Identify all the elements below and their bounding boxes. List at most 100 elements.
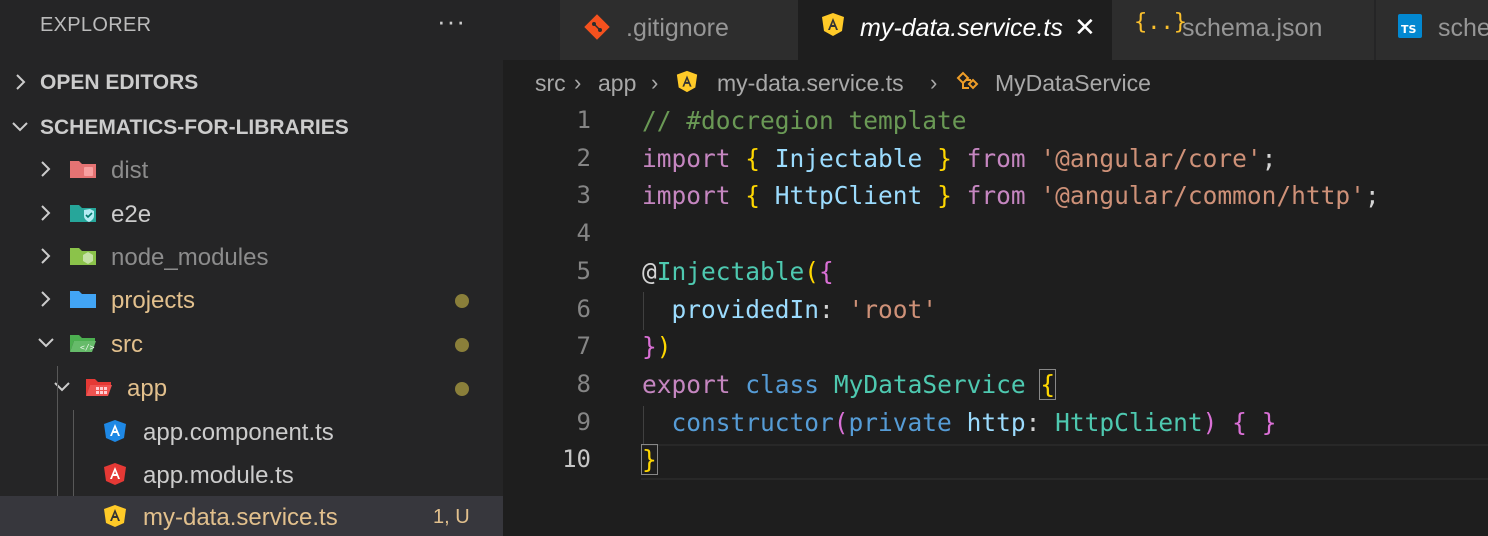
folder-node-icon bbox=[70, 248, 96, 265]
indent-guide bbox=[643, 292, 644, 330]
code-line: import { HttpClient } from '@angular/com… bbox=[642, 181, 1380, 210]
code-token: Injectable bbox=[656, 256, 805, 286]
tab-label: schema.ts bbox=[1438, 14, 1488, 42]
explorer-title: EXPLORER bbox=[40, 14, 152, 36]
code-token: '@angular/core' bbox=[1040, 143, 1262, 173]
code-token: from bbox=[951, 143, 1041, 173]
tree-item-label: projects bbox=[111, 287, 196, 314]
angular-service-icon bbox=[676, 70, 698, 93]
code-editor[interactable]: 1 2 3 4 5 6 7 8 9 10 // #docregion template import… bbox=[503, 104, 1488, 536]
code-line: export class MyDataService { bbox=[642, 368, 1057, 400]
code-token: } bbox=[642, 332, 657, 362]
tab-schema-ts[interactable]: TS schema.ts bbox=[1376, 0, 1488, 60]
code-token: @ bbox=[642, 256, 657, 286]
code-line: }) bbox=[642, 332, 672, 361]
folder-icon bbox=[70, 291, 96, 308]
code-token: } bbox=[937, 143, 952, 173]
folder-app-open-icon bbox=[86, 379, 112, 396]
breadcrumb-file[interactable]: my-data.service.ts bbox=[717, 70, 904, 97]
code-token: HttpClient bbox=[760, 181, 938, 211]
tree-item-e2e[interactable]: e2e bbox=[0, 192, 503, 235]
code-token: constructor bbox=[671, 407, 834, 437]
code-token: } bbox=[937, 181, 952, 211]
code-token: Injectable bbox=[760, 143, 938, 173]
breadcrumb-src[interactable]: src bbox=[535, 70, 566, 97]
modified-dot-icon bbox=[455, 382, 469, 396]
explorer-header: EXPLORER ··· bbox=[0, 0, 503, 52]
code-token: from bbox=[951, 181, 1041, 211]
section-open-editors[interactable]: OPEN EDITORS bbox=[0, 62, 503, 104]
indent-guide bbox=[643, 406, 644, 444]
tab-schema-json[interactable]: {..} schema.json bbox=[1112, 0, 1374, 60]
code-token: { bbox=[745, 181, 761, 211]
tab-label: my-data.service.ts bbox=[860, 14, 1063, 42]
chevron-right-icon bbox=[16, 74, 26, 90]
more-actions-icon[interactable]: ··· bbox=[437, 6, 466, 37]
code-token: HttpClient bbox=[1055, 407, 1203, 437]
chevron-down-icon bbox=[54, 382, 70, 392]
folder-test-icon bbox=[70, 205, 96, 222]
tree-item-node-modules[interactable]: node_modules bbox=[0, 235, 503, 278]
folder-src-open-icon: </> bbox=[70, 335, 96, 352]
code-token: } bbox=[641, 444, 658, 476]
angular-service-icon bbox=[104, 505, 126, 527]
tree-item-label: node_modules bbox=[111, 244, 269, 271]
section-workspace[interactable]: SCHEMATICS-FOR-LIBRARIES bbox=[0, 107, 503, 149]
code-line: } bbox=[641, 444, 658, 476]
breadcrumb-separator-icon: › bbox=[651, 70, 659, 95]
tab-my-data-service[interactable]: my-data.service.ts ✕ bbox=[798, 0, 1112, 60]
code-token: 'root' bbox=[848, 294, 938, 324]
class-symbol-icon bbox=[956, 71, 979, 90]
breadcrumb: src › app › my-data.service.ts › MyDataS… bbox=[503, 60, 1488, 104]
code-token: { bbox=[1039, 368, 1057, 400]
chevron-down-icon bbox=[38, 338, 54, 348]
tree-item-my-data-service[interactable]: my-data.service.ts 1, U bbox=[0, 496, 503, 536]
code-token: { bbox=[1232, 407, 1247, 437]
code-token: { bbox=[745, 143, 761, 173]
line-number: 2 bbox=[576, 143, 591, 172]
file-status-badge: 1, U bbox=[433, 506, 470, 528]
tree-item-dist[interactable]: dist bbox=[0, 148, 503, 191]
close-icon[interactable]: ✕ bbox=[1074, 12, 1096, 43]
code-line: constructor(private http: HttpClient) { … bbox=[642, 407, 1277, 437]
chevron-down-icon bbox=[12, 122, 28, 132]
tab-label: .gitignore bbox=[626, 14, 729, 42]
line-number: 5 bbox=[576, 256, 591, 285]
chevron-right-icon bbox=[41, 248, 51, 264]
breadcrumb-separator-icon: › bbox=[930, 70, 938, 95]
tree-item-projects[interactable]: projects bbox=[0, 278, 503, 321]
tab-gitignore[interactable]: .gitignore bbox=[560, 0, 798, 60]
code-token: ; bbox=[1261, 143, 1277, 173]
breadcrumb-separator-icon: › bbox=[574, 70, 582, 95]
tree-item-label: app.module.ts bbox=[143, 462, 294, 489]
code-token: '@angular/common/http' bbox=[1040, 181, 1365, 211]
code-line: import { Injectable } from '@angular/cor… bbox=[642, 144, 1276, 173]
tree-item-app-component[interactable]: app.component.ts bbox=[0, 410, 503, 453]
angular-component-icon bbox=[104, 420, 126, 442]
code-token: } bbox=[1261, 407, 1277, 437]
section-label: OPEN EDITORS bbox=[40, 71, 199, 94]
line-number: 8 bbox=[576, 369, 591, 398]
current-line-highlight bbox=[641, 444, 1488, 480]
code-token: ( bbox=[833, 407, 849, 437]
json-icon: {..} bbox=[1134, 10, 1187, 35]
line-number: 7 bbox=[576, 332, 591, 361]
tree-item-app[interactable]: app bbox=[0, 366, 503, 409]
code-line: // #docregion template bbox=[642, 106, 967, 135]
tree-item-label: app.component.ts bbox=[143, 419, 334, 446]
code-token: import bbox=[642, 143, 731, 173]
code-token: ) bbox=[1202, 407, 1218, 437]
svg-text:</>: </> bbox=[80, 343, 95, 352]
breadcrumb-app[interactable]: app bbox=[598, 70, 636, 97]
tree-item-label: app bbox=[127, 375, 168, 402]
line-number: 4 bbox=[576, 219, 591, 248]
breadcrumb-symbol[interactable]: MyDataService bbox=[995, 70, 1151, 97]
tree-item-src[interactable]: </> src bbox=[0, 322, 503, 365]
tree-item-app-module[interactable]: app.module.ts bbox=[0, 453, 503, 496]
tree-item-label: my-data.service.ts bbox=[143, 504, 338, 531]
code-token: MyDataService bbox=[833, 369, 1026, 399]
